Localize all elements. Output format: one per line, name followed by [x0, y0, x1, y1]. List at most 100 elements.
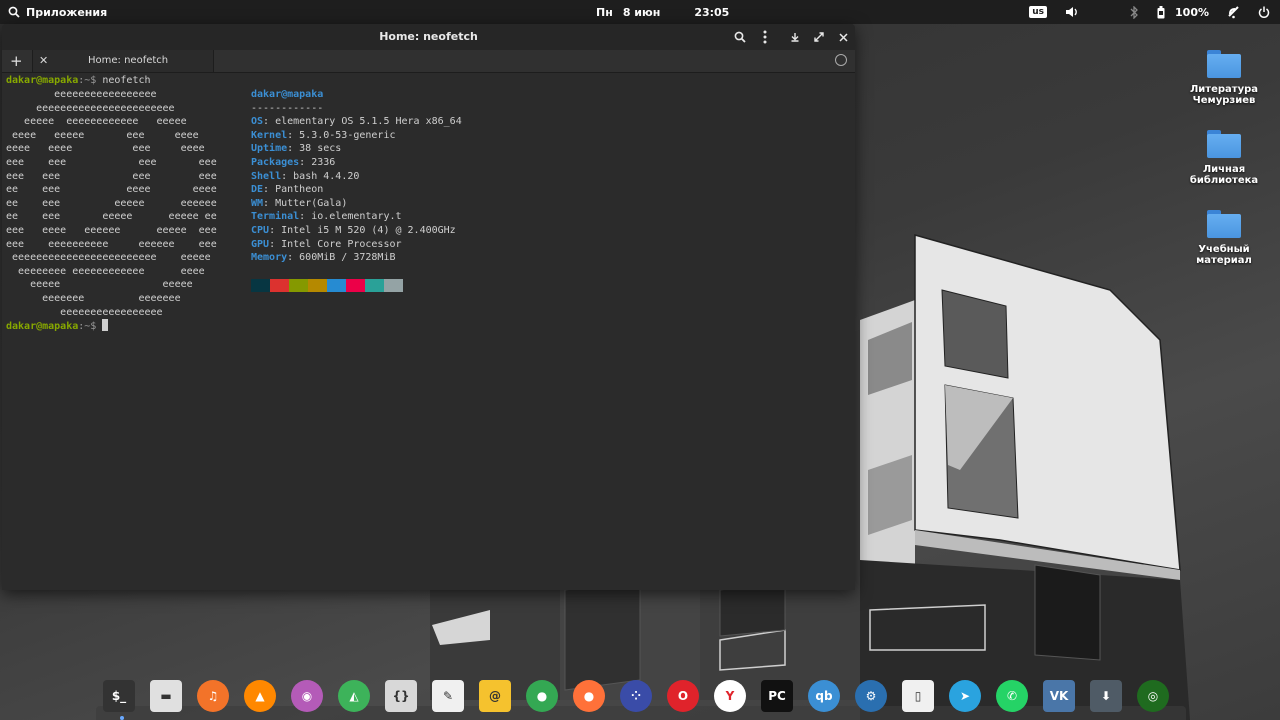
ascii-logo-row: eeeeeeee eeeeeeeeeeee eeee: [6, 265, 205, 277]
info-line: OS: elementary OS 5.1.5 Hera x86_64: [251, 115, 462, 129]
desktop-folder[interactable]: Личная библиотека: [1184, 130, 1264, 186]
dock-item[interactable]: ▯: [898, 676, 938, 716]
info-value: : Intel Core Processor: [269, 238, 402, 250]
notification-bell-icon: [1228, 5, 1239, 18]
window-titlebar[interactable]: Home: neofetch: [2, 24, 855, 50]
terminal-icon: $_: [103, 680, 135, 712]
dock-item[interactable]: ⁘: [616, 676, 656, 716]
close-button[interactable]: [834, 28, 852, 46]
info-value: : io.elementary.t: [299, 211, 402, 223]
session-indicator[interactable]: [1258, 0, 1270, 24]
volume-icon: [1066, 7, 1077, 17]
dock-item[interactable]: $_: [99, 676, 139, 716]
tab-history-icon[interactable]: [835, 54, 847, 66]
color-swatch: [270, 279, 289, 292]
ascii-logo-row: eee eee eee eee: [6, 157, 217, 168]
color-swatch: [346, 279, 365, 292]
dock-item[interactable]: ✆: [992, 676, 1032, 716]
minimize-button[interactable]: [786, 28, 804, 46]
desktop-folder-label: Учебный материал: [1196, 244, 1252, 266]
neofetch-user-host: dakar@mapaka: [251, 88, 323, 102]
notifications-indicator[interactable]: [1227, 0, 1240, 24]
info-line: Memory: 600MiB / 3728MiB: [251, 251, 396, 265]
pycharm-icon: PC: [761, 680, 793, 712]
sound-indicator[interactable]: [1065, 0, 1079, 24]
dock-item[interactable]: VK: [1039, 676, 1079, 716]
text-cursor: [102, 319, 109, 331]
ascii-logo-row: eee eee eee eee: [6, 170, 217, 182]
kebab-menu-icon: [763, 30, 767, 44]
dock-item[interactable]: ⚙: [851, 676, 891, 716]
search-icon: [8, 6, 20, 18]
wifi-icon: [1097, 9, 1105, 17]
text-editor-icon: ✎: [432, 680, 464, 712]
desktop-folder[interactable]: Учебный материал: [1184, 210, 1264, 266]
info-key: Packages: [251, 157, 300, 168]
ascii-logo-row: eeeeeeeeeeeeeeeee: [6, 89, 157, 100]
dock-item[interactable]: PC: [757, 676, 797, 716]
applications-menu[interactable]: Приложения: [8, 0, 107, 24]
steam-icon: ⚙: [855, 680, 887, 712]
dock-item[interactable]: ➤: [945, 676, 985, 716]
whatsapp-icon: ✆: [996, 680, 1028, 712]
tab-home-neofetch[interactable]: ✕ Home: neofetch: [32, 50, 214, 72]
bluetooth-indicator[interactable]: [1129, 0, 1139, 24]
dock-item[interactable]: ●: [522, 676, 562, 716]
terminal-output[interactable]: dakar@mapaka:~$ neofetch eeeeeeeeeeeeeee…: [6, 74, 851, 590]
power-icon: [1258, 6, 1270, 18]
dock: $_ ▬ ♫ ▲ ◉ ◭ {} ✎ @ ● ● ⁘ O Y PC qb ⚙ ▯ ➤ ✆ VK ⬇ ◎: [99, 676, 1180, 716]
dock-item[interactable]: ◉: [287, 676, 327, 716]
dock-item[interactable]: ⬇: [1086, 676, 1126, 716]
dock-item[interactable]: ●: [569, 676, 609, 716]
firefox-icon: ●: [573, 680, 605, 712]
info-key: Terminal: [251, 211, 300, 223]
power-indicator[interactable]: [1157, 0, 1165, 24]
battery-icon: [1157, 5, 1165, 18]
opera-icon: O: [667, 680, 699, 712]
info-value: : 5.3.0-53-generic: [287, 129, 396, 141]
info-value: : 600MiB / 3728MiB: [287, 252, 396, 264]
color-swatch: [308, 279, 327, 292]
datetime-indicator[interactable]: Пн 8 июн 23:05: [596, 0, 729, 24]
dock-item[interactable]: Y: [710, 676, 750, 716]
info-line: Terminal: io.elementary.t: [251, 210, 402, 224]
indicators: us 100%: [1011, 0, 1270, 24]
keyboard-layout-label: us: [1029, 6, 1048, 18]
terminal-window: Home: neofetch + ✕ Home: neofetch dakar@…: [2, 24, 855, 590]
tab-bar: + ✕ Home: neofetch: [2, 50, 855, 73]
command-text: neofetch: [102, 75, 151, 86]
search-button[interactable]: [731, 28, 749, 46]
menu-button[interactable]: [756, 28, 774, 46]
vk-icon: VK: [1043, 680, 1075, 712]
desktop-folder-label: Литература Чемурзиев: [1189, 84, 1259, 106]
folder-icon: [1207, 50, 1241, 78]
new-tab-button[interactable]: +: [10, 50, 23, 72]
dock-item[interactable]: ♫: [193, 676, 233, 716]
dock-item[interactable]: qb: [804, 676, 844, 716]
bluetooth-off-icon: [1130, 5, 1138, 19]
downloads-icon: ⬇: [1090, 680, 1122, 712]
radar-icon: ◎: [1137, 680, 1169, 712]
color-palette: [251, 279, 403, 292]
dock-item[interactable]: ◎: [1133, 676, 1173, 716]
dock-item[interactable]: ▬: [146, 676, 186, 716]
prompt-user: dakar@mapaka: [6, 75, 79, 86]
document-icon: ▯: [902, 680, 934, 712]
tab-close-icon[interactable]: ✕: [39, 50, 48, 72]
desktop-folder[interactable]: Литература Чемурзиев: [1184, 50, 1264, 106]
keyboard-indicator[interactable]: us: [1029, 0, 1048, 24]
maximize-button[interactable]: [810, 28, 828, 46]
clock-time: 23:05: [694, 5, 730, 19]
dock-item[interactable]: {}: [381, 676, 421, 716]
info-key: GPU: [251, 238, 270, 250]
files-icon: ▬: [150, 680, 182, 712]
dock-item[interactable]: ✎: [428, 676, 468, 716]
code-icon: {}: [385, 680, 417, 712]
dock-item[interactable]: @: [475, 676, 515, 716]
dock-item[interactable]: ◭: [334, 676, 374, 716]
dock-item[interactable]: O: [663, 676, 703, 716]
network-indicator[interactable]: [1097, 0, 1111, 24]
dock-item[interactable]: ▲: [240, 676, 280, 716]
ascii-logo-row: eeeeeee eeeeeee: [6, 293, 181, 304]
clock-date: 8 июн: [622, 5, 661, 19]
